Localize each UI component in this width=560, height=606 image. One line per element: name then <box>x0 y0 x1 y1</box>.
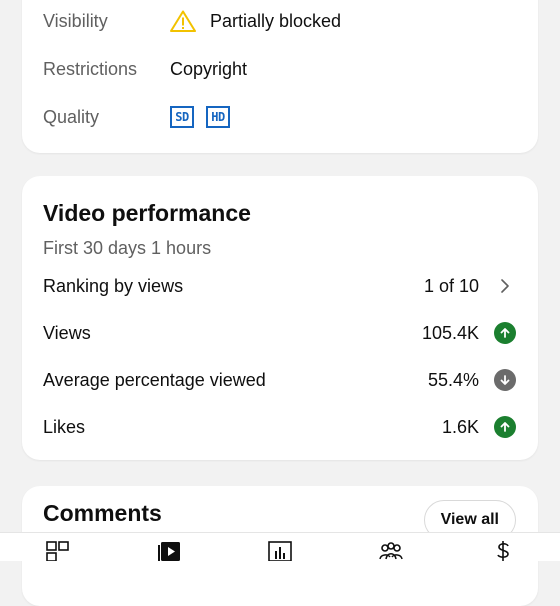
visibility-label: Visibility <box>43 10 108 31</box>
arrow-up-icon <box>494 322 516 344</box>
performance-title: Video performance <box>43 200 251 226</box>
visibility-row: Visibility Partially blocked <box>43 6 518 36</box>
chevron-right-icon[interactable] <box>493 274 517 298</box>
likes-label: Likes <box>43 416 86 437</box>
warning-icon <box>170 10 196 32</box>
restrictions-row: Restrictions Copyright <box>43 54 518 84</box>
ranking-row[interactable]: Ranking by views 1 of 10 <box>43 271 517 301</box>
likes-row: Likes 1.6K <box>43 412 517 442</box>
restrictions-value: Copyright <box>170 58 248 79</box>
likes-value: 1.6K <box>441 416 479 437</box>
restrictions-label: Restrictions <box>43 58 138 79</box>
analytics-icon[interactable] <box>267 539 293 561</box>
views-value: 105.4K <box>421 322 479 343</box>
video-details-card: Visibility Partially blocked Restriction… <box>22 0 538 153</box>
hd-badge: HD <box>206 106 230 128</box>
bottom-nav <box>0 532 560 561</box>
quality-row: Quality SD HD <box>43 102 518 132</box>
performance-subtitle: First 30 days 1 hours <box>43 238 212 258</box>
views-row: Views 105.4K <box>43 318 517 348</box>
quality-label: Quality <box>43 106 100 127</box>
ranking-value: 1 of 10 <box>423 275 479 296</box>
dashboard-icon[interactable] <box>45 539 71 561</box>
arrow-up-icon <box>494 416 516 438</box>
video-performance-card: Video performance First 30 days 1 hours … <box>22 176 538 460</box>
avg-percentage-row: Average percentage viewed 55.4% <box>43 365 517 395</box>
comments-title: Comments <box>43 500 162 526</box>
earn-icon[interactable] <box>490 539 516 561</box>
ranking-label: Ranking by views <box>43 275 184 296</box>
visibility-value: Partially blocked <box>210 10 342 31</box>
avg-percentage-label: Average percentage viewed <box>43 369 266 390</box>
content-icon[interactable] <box>157 539 183 561</box>
views-label: Views <box>43 322 91 343</box>
avg-percentage-value: 55.4% <box>427 369 479 390</box>
sd-badge: SD <box>170 106 194 128</box>
arrow-down-icon <box>494 369 516 391</box>
community-icon[interactable] <box>378 539 404 561</box>
